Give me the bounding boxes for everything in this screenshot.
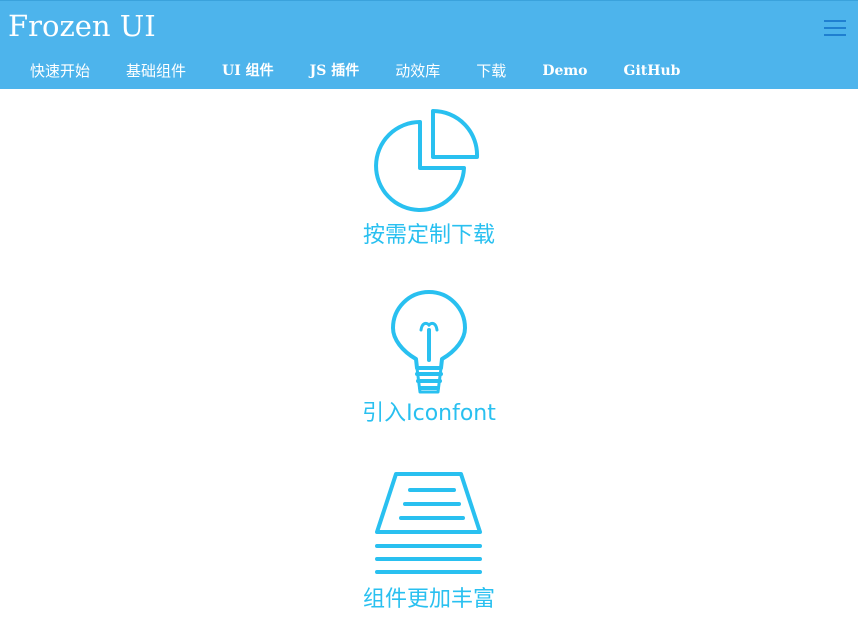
nav-item-quick-start[interactable]: 快速开始 xyxy=(30,60,90,82)
layers-stack-icon xyxy=(375,472,482,574)
lightbulb-icon xyxy=(391,290,467,394)
nav-item-download[interactable]: 下载 xyxy=(476,60,506,82)
feature-label-iconfont[interactable]: 引入Iconfont xyxy=(0,400,858,428)
top-header: Frozen UI 快速开始 基础组件 UI 组件 JS 插件 动效库 下载 D… xyxy=(0,0,858,89)
feature-richer-components: 组件更加丰富 xyxy=(0,470,858,614)
feature-custom-download: 按需定制下载 xyxy=(0,108,858,250)
nav-item-github[interactable]: GitHub xyxy=(624,60,681,82)
feature-iconfont: 引入Iconfont xyxy=(0,290,858,428)
main-nav: 快速开始 基础组件 UI 组件 JS 插件 动效库 下载 Demo GitHub xyxy=(30,59,680,83)
brand-logo-text[interactable]: Frozen UI xyxy=(8,8,156,44)
nav-item-animation-library[interactable]: 动效库 xyxy=(395,60,440,82)
feature-label-richer-components[interactable]: 组件更加丰富 xyxy=(0,586,858,614)
nav-item-basic-components[interactable]: 基础组件 xyxy=(126,60,186,82)
pie-chart-icon xyxy=(374,108,480,212)
feature-label-custom-download[interactable]: 按需定制下载 xyxy=(0,222,858,250)
nav-item-demo[interactable]: Demo xyxy=(542,60,587,82)
nav-item-js-plugins[interactable]: JS 插件 xyxy=(310,60,360,82)
hamburger-menu-icon[interactable] xyxy=(824,20,846,38)
nav-item-ui-components[interactable]: UI 组件 xyxy=(222,60,274,82)
